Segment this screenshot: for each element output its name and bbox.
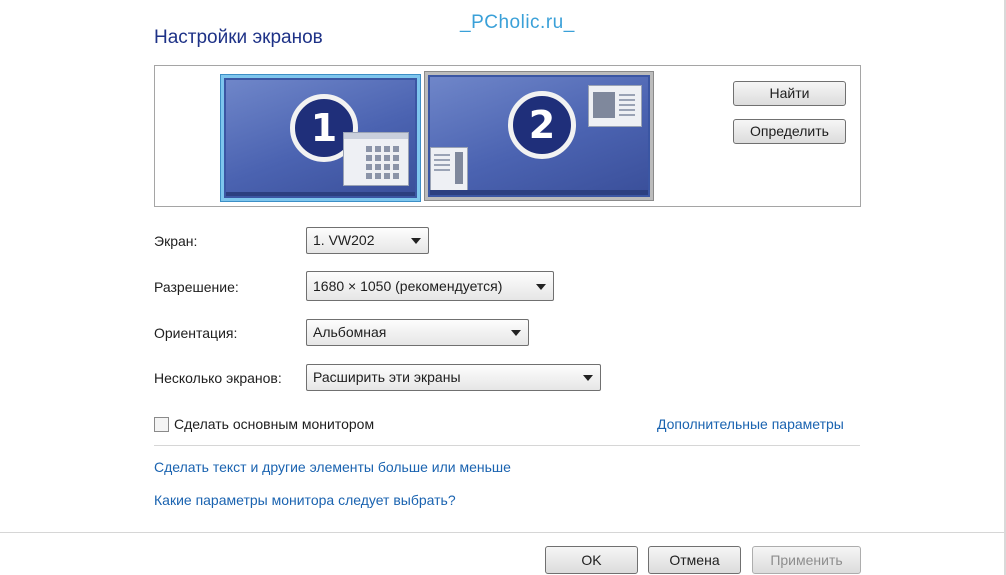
monitor-2-number: 2 [508,91,576,159]
window-thumbnail [430,147,468,191]
primary-monitor-label[interactable]: Сделать основным монитором [174,416,374,432]
advanced-settings-link[interactable]: Дополнительные параметры [657,416,844,432]
divider [154,445,860,446]
text-size-link[interactable]: Сделать текст и другие элементы больше и… [154,459,511,475]
apply-button[interactable]: Применить [752,546,861,574]
ok-button[interactable]: OK [545,546,638,574]
resolution-select-value: 1680 × 1050 (рекомендуется) [313,278,503,294]
identify-button[interactable]: Определить [733,119,846,144]
multiple-displays-select[interactable]: Расширить эти экраны [306,364,601,391]
multiple-displays-select-value: Расширить эти экраны [313,369,461,385]
orientation-label: Ориентация: [154,325,238,341]
monitor-2-screen: 2 [430,77,648,195]
window-thumbnail [588,85,642,127]
page-title: Настройки экранов [154,27,323,48]
chevron-down-icon [583,375,593,381]
cancel-button[interactable]: Отмена [648,546,741,574]
orientation-select-value: Альбомная [313,324,387,340]
resolution-label: Разрешение: [154,279,239,295]
detect-button[interactable]: Найти [733,81,846,106]
display-label: Экран: [154,233,198,249]
primary-monitor-checkbox[interactable] [154,417,169,432]
chevron-down-icon [411,238,421,244]
chevron-down-icon [536,284,546,290]
chevron-down-icon [511,330,521,336]
monitor-2[interactable]: 2 [424,71,654,201]
which-settings-link[interactable]: Какие параметры монитора следует выбрать… [154,492,456,508]
display-select-value: 1. VW202 [313,232,375,248]
watermark: _PCholic.ru_ [460,12,575,33]
footer-divider [0,532,1004,533]
resolution-select[interactable]: 1680 × 1050 (рекомендуется) [306,271,554,301]
multiple-displays-label: Несколько экранов: [154,370,282,386]
monitor-1[interactable]: 1 [220,74,421,202]
display-select[interactable]: 1. VW202 [306,227,429,254]
monitor-preview-panel: 1 2 Найти Определить [154,65,861,207]
orientation-select[interactable]: Альбомная [306,319,529,346]
monitor-1-screen: 1 [226,80,415,196]
window-thumbnail [343,132,409,186]
